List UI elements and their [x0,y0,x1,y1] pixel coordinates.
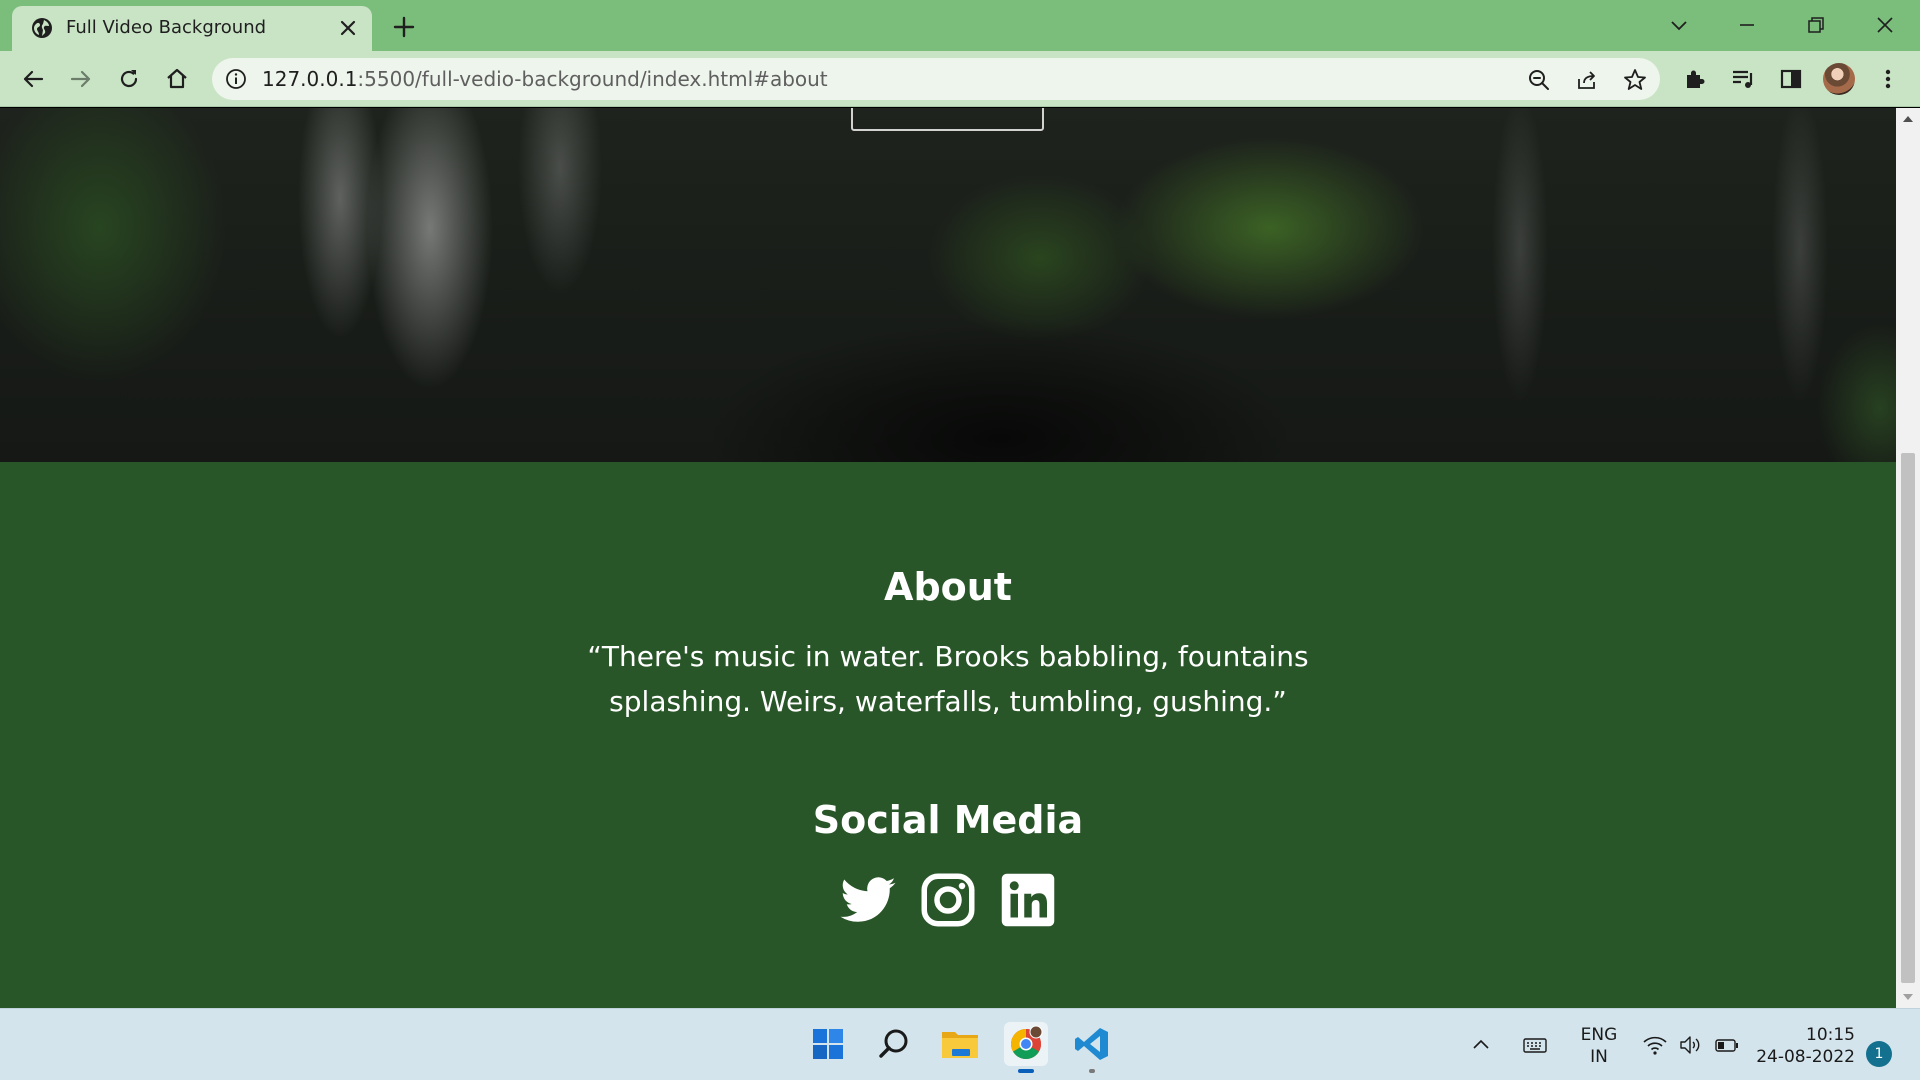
about-title: About [884,565,1012,609]
browser-toolbar: 127.0.0.1:5500/full-vedio-background/ind… [0,51,1920,107]
close-icon[interactable] [338,18,358,38]
instagram-icon[interactable] [918,870,978,930]
language-region: IN [1590,1047,1608,1067]
windows-taskbar: ENG IN 10:15 24-08-2022 1 [0,1008,1920,1080]
hero-waterfall-background [0,108,1896,462]
url-path: :5500/full-vedio-background/index.html#a… [357,67,828,91]
address-bar[interactable]: 127.0.0.1:5500/full-vedio-background/ind… [212,58,1660,100]
hero-button-outline[interactable] [851,108,1044,131]
about-section: About “There's music in water. Brooks ba… [0,462,1896,1008]
side-panel-icon[interactable] [1776,64,1806,94]
social-media-title: Social Media [812,798,1084,842]
linkedin-icon[interactable] [998,870,1058,930]
about-quote: “There's music in water. Brooks babbling… [587,640,1309,718]
new-tab-plus-icon[interactable] [390,13,418,41]
chevron-up-icon[interactable] [1468,1032,1494,1058]
profile-avatar[interactable] [1823,63,1855,95]
scroll-down-arrow-icon[interactable] [1902,992,1914,1002]
clock-time: 10:15 [1806,1025,1855,1045]
language-code: ENG [1580,1025,1618,1045]
wifi-icon[interactable] [1642,1032,1668,1058]
social-icons [0,870,1896,930]
tab-title: Full Video Background [66,17,267,38]
page-viewport: About “There's music in water. Brooks ba… [0,108,1896,1008]
restore-icon[interactable] [1801,10,1831,40]
keyboard-icon[interactable] [1522,1032,1548,1058]
back-arrow-icon[interactable] [18,64,48,94]
twitter-icon[interactable] [838,870,898,930]
window-close-icon[interactable] [1870,10,1900,40]
chrome-icon [1010,1025,1043,1060]
more-menu-icon[interactable] [1873,64,1903,94]
url-host: 127.0.0.1 [262,67,358,91]
url-text[interactable]: 127.0.0.1:5500/full-vedio-background/ind… [262,67,828,91]
running-app-indicator [1089,1069,1095,1073]
scrollbar-thumb[interactable] [1901,453,1915,983]
search-button[interactable] [872,1022,916,1066]
tab-active[interactable]: Full Video Background [12,6,372,51]
clock-date: 24-08-2022 [1756,1047,1855,1067]
reload-icon[interactable] [114,64,144,94]
media-control-icon[interactable] [1728,64,1758,94]
folder-icon [942,1032,978,1058]
scroll-up-arrow-icon[interactable] [1902,114,1914,124]
zoom-icon[interactable] [1526,67,1552,93]
bookmark-star-icon[interactable] [1622,67,1648,93]
tab-strip: Full Video Background [0,0,1920,51]
search-icon [879,1029,908,1058]
forward-arrow-icon[interactable] [66,64,96,94]
vscode-taskbar-button[interactable] [1070,1022,1114,1073]
chrome-taskbar-button[interactable] [1004,1022,1048,1073]
tab-search-chevron-icon[interactable] [1664,10,1694,40]
start-button[interactable] [806,1022,850,1066]
page-scrollbar[interactable] [1896,108,1920,1008]
home-icon[interactable] [162,64,192,94]
notification-badge[interactable]: 1 [1866,1041,1892,1067]
battery-icon[interactable] [1714,1032,1740,1058]
active-app-indicator [1018,1069,1034,1073]
site-info-icon[interactable] [224,67,248,91]
share-icon[interactable] [1574,67,1600,93]
globe-icon [32,18,52,38]
clock[interactable]: 10:15 24-08-2022 [1755,1024,1855,1068]
file-explorer-button[interactable] [938,1022,982,1066]
vscode-icon [1075,1028,1108,1060]
windows-logo-icon [813,1029,843,1059]
volume-icon[interactable] [1678,1032,1704,1058]
extensions-puzzle-icon[interactable] [1680,64,1710,94]
language-indicator[interactable]: ENG IN [1578,1024,1620,1068]
minimize-icon[interactable] [1732,10,1762,40]
